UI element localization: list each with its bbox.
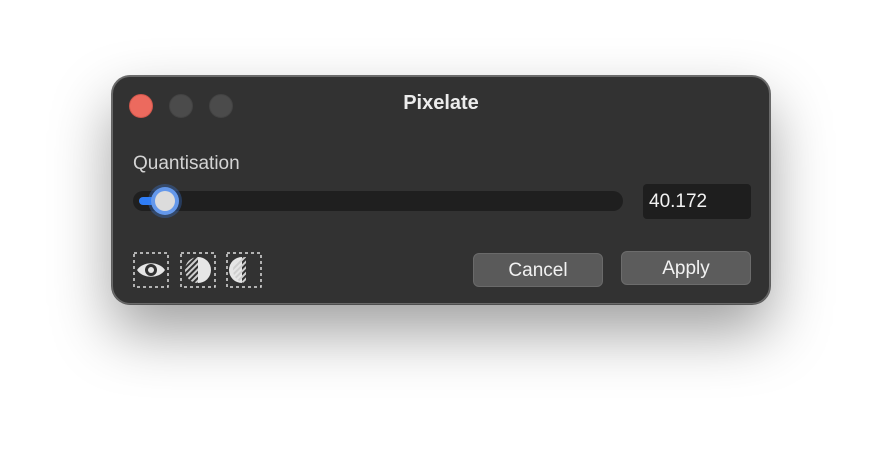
quantisation-value-field[interactable]: 40.172	[643, 184, 751, 219]
split-compare-icon[interactable]	[180, 252, 216, 288]
quantisation-slider[interactable]	[133, 187, 623, 215]
dialog-title: Pixelate	[403, 92, 479, 114]
side-by-side-compare-icon[interactable]	[226, 252, 262, 288]
eye-icon[interactable]	[133, 252, 169, 288]
slider-thumb[interactable]	[151, 187, 179, 215]
cancel-button[interactable]: Cancel	[473, 253, 603, 287]
apply-button[interactable]: Apply	[621, 251, 751, 285]
quantisation-label: Quantisation	[133, 153, 240, 174]
pixelate-dialog: Pixelate Quantisation 40.172 Cancel Appl…	[112, 76, 770, 304]
